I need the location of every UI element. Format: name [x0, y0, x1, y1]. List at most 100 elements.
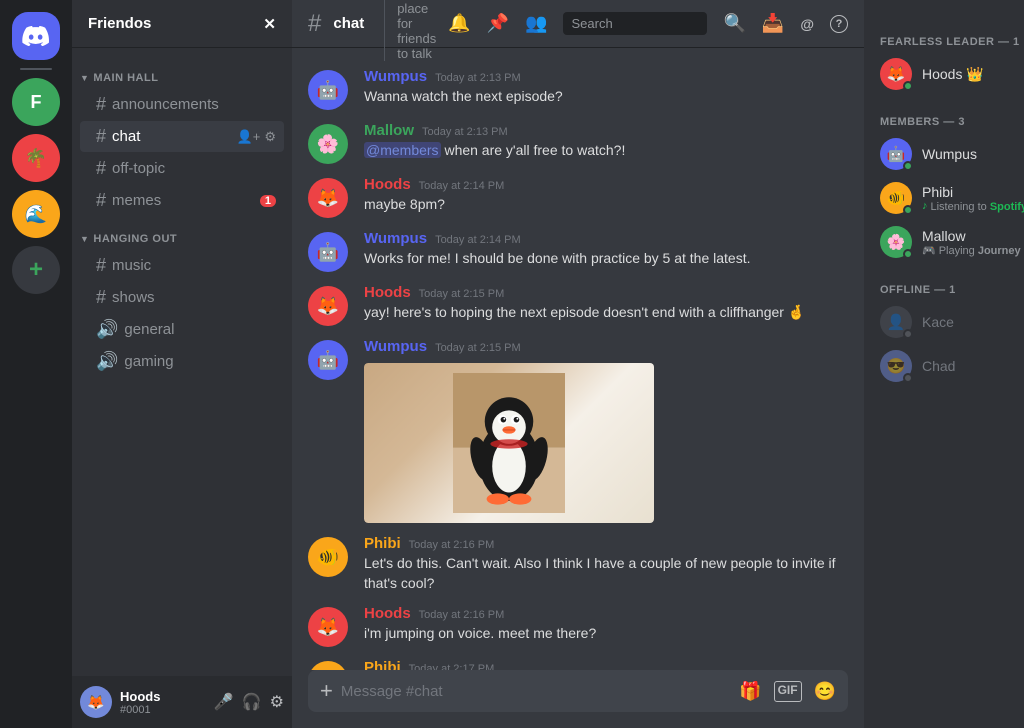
member-item-hoods-leader[interactable]: 🦊 Hoods 👑 [872, 52, 1024, 96]
message-group: 🤖 Wumpus Today at 2:15 PM [292, 334, 864, 527]
channel-memes[interactable]: # memes 1 [80, 185, 284, 216]
channel-hash-icon: # [96, 94, 106, 115]
member-item-wumpus[interactable]: 🤖 Wumpus [872, 132, 1024, 176]
chat-header-icons: 🔔 📌 👥 🔍 📥 @ ? [448, 12, 848, 35]
member-item-kace[interactable]: 👤 Kace [872, 300, 1024, 344]
message-header: Wumpus Today at 2:13 PM [364, 68, 848, 85]
member-name: Hoods 👑 [922, 66, 1024, 83]
add-member-icon[interactable]: 👤+ [237, 129, 261, 145]
channel-name-label: memes [112, 192, 254, 209]
message-author[interactable]: Wumpus [364, 338, 427, 355]
home-server-icon[interactable] [12, 12, 60, 60]
server-icon-2[interactable]: 🌴 [12, 134, 60, 182]
channel-announcements[interactable]: # announcements [80, 89, 284, 120]
message-header: Wumpus Today at 2:14 PM [364, 230, 848, 247]
member-item-chad[interactable]: 😎 Chad [872, 344, 1024, 388]
avatar: 🦊 [308, 178, 348, 218]
channel-gaming-voice[interactable]: 🔊 gaming [80, 346, 284, 377]
headset-icon[interactable]: 🎧 [242, 692, 262, 712]
member-name: Wumpus [922, 146, 1024, 162]
channel-hash-icon: # [96, 190, 106, 211]
avatar: 🤖 [308, 340, 348, 380]
message-group: 🌸 Mallow Today at 2:13 PM @members when … [292, 118, 864, 168]
member-status-indicator [903, 81, 913, 91]
channel-sidebar: Friendos ✕ ▼ MAIN HALL # announcements #… [72, 0, 292, 728]
search-icon[interactable]: 🔍 [723, 13, 745, 34]
category-hanging-out[interactable]: ▼ HANGING OUT [72, 217, 292, 249]
member-avatar: 😎 [880, 350, 912, 382]
emoji-picker-icon[interactable]: 😊 [814, 681, 836, 702]
message-content: Wumpus Today at 2:15 PM [364, 338, 848, 523]
message-group: 🦊 Hoods Today at 2:16 PM i'm jumping on … [292, 601, 864, 651]
member-avatar: 🦊 [880, 58, 912, 90]
channel-action-icons: 👤+ ⚙ [237, 129, 276, 145]
avatar: 🦊 [308, 607, 348, 647]
avatar: 🐠 [308, 537, 348, 577]
member-item-phibi[interactable]: 🐠 Phibi ♪ Listening to Spotify 🎵 [872, 176, 1024, 220]
channel-general-voice[interactable]: 🔊 general [80, 314, 284, 345]
chat-input-area: + 🎁 GIF 😊 [292, 670, 864, 728]
channel-chat[interactable]: # chat 👤+ ⚙ [80, 121, 284, 152]
server-header[interactable]: Friendos ✕ [72, 0, 292, 48]
server-name: Friendos [88, 15, 151, 32]
help-icon[interactable]: ? [830, 15, 848, 33]
user-settings-icon[interactable]: ⚙ [270, 692, 284, 712]
channel-off-topic[interactable]: # off-topic [80, 153, 284, 184]
message-header: Phibi Today at 2:16 PM [364, 535, 848, 552]
settings-icon[interactable]: ⚙ [264, 129, 276, 145]
channel-name-label: general [124, 321, 276, 338]
add-attachment-button[interactable]: + [320, 670, 333, 712]
message-content: Wumpus Today at 2:14 PM Works for me! I … [364, 230, 848, 272]
message-group: 🦊 Hoods Today at 2:15 PM yay! here's to … [292, 280, 864, 330]
message-timestamp: Today at 2:15 PM [435, 342, 521, 354]
input-icons: 🎁 GIF 😊 [739, 681, 836, 702]
mute-microphone-icon[interactable]: 🎤 [214, 692, 234, 712]
member-activity: 🎮 Playing Journey 🎮 [922, 244, 1024, 257]
crown-icon: 👑 [966, 66, 983, 82]
member-activity: ♪ Listening to Spotify 🎵 [922, 200, 1024, 213]
category-arrow: ▼ [80, 73, 89, 83]
search-input[interactable] [563, 12, 707, 35]
user-discriminator: #0001 [120, 704, 206, 716]
members-icon[interactable]: 👥 [525, 13, 547, 34]
avatar: 🦊 [308, 286, 348, 326]
message-author[interactable]: Mallow [364, 122, 414, 139]
user-avatar: 🦊 [80, 686, 112, 718]
message-input[interactable] [341, 672, 731, 711]
gift-icon[interactable]: 🎁 [739, 681, 761, 702]
pin-icon[interactable]: 📌 [487, 13, 509, 34]
message-author[interactable]: Wumpus [364, 68, 427, 85]
chat-input-box: + 🎁 GIF 😊 [308, 670, 848, 712]
message-author[interactable]: Phibi [364, 535, 401, 552]
activity-text: Playing Journey 🎮 [939, 244, 1024, 257]
message-author[interactable]: Hoods [364, 605, 411, 622]
message-header: Mallow Today at 2:13 PM [364, 122, 848, 139]
server-icon-friendos[interactable]: F [12, 78, 60, 126]
category-main-hall[interactable]: ▼ MAIN HALL [72, 56, 292, 88]
main-chat: # chat a place for friends to talk 🔔 📌 👥… [292, 0, 864, 728]
channel-shows[interactable]: # shows [80, 282, 284, 313]
server-icon-3[interactable]: 🌊 [12, 190, 60, 238]
channel-name-label: chat [112, 128, 231, 145]
mention-icon[interactable]: @ [800, 16, 814, 32]
inbox-icon[interactable]: 📥 [762, 13, 784, 34]
message-author[interactable]: Hoods [364, 284, 411, 301]
message-group: 🐠 Phibi Today at 2:17 PM sounds good, gi… [292, 655, 864, 670]
message-text: i'm jumping on voice. meet me there? [364, 624, 848, 644]
message-author[interactable]: Hoods [364, 176, 411, 193]
member-item-mallow[interactable]: 🌸 Mallow 🎮 Playing Journey 🎮 [872, 220, 1024, 264]
bell-icon[interactable]: 🔔 [448, 13, 470, 34]
message-content: Mallow Today at 2:13 PM @members when ar… [364, 122, 848, 164]
add-server-button[interactable]: + [12, 246, 60, 294]
channel-name-label: off-topic [112, 160, 276, 177]
member-status-indicator [903, 373, 913, 383]
gif-button[interactable]: GIF [774, 681, 802, 702]
chat-channel-title: chat [333, 15, 364, 32]
channel-music[interactable]: # music [80, 250, 284, 281]
message-author[interactable]: Wumpus [364, 230, 427, 247]
message-author[interactable]: Phibi [364, 659, 401, 670]
messages-container: 🤖 Wumpus Today at 2:13 PM Wanna watch th… [292, 48, 864, 670]
message-content: Wumpus Today at 2:13 PM Wanna watch the … [364, 68, 848, 110]
message-timestamp: Today at 2:14 PM [435, 234, 521, 246]
message-header: Hoods Today at 2:14 PM [364, 176, 848, 193]
